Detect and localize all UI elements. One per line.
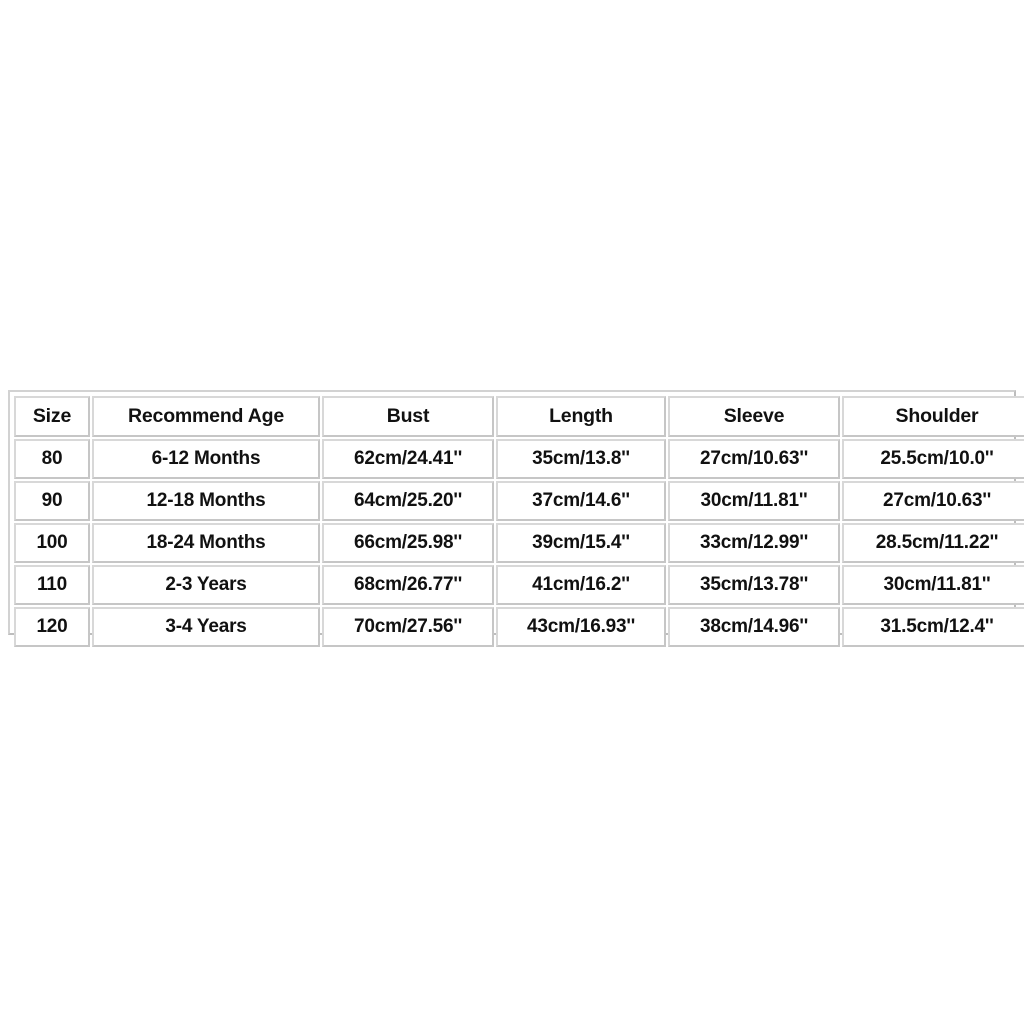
column-header-length: Length xyxy=(496,396,666,437)
cell-shoulder: 31.5cm/12.4'' xyxy=(842,607,1024,647)
cell-sleeve: 33cm/12.99'' xyxy=(668,523,840,563)
cell-sleeve: 30cm/11.81'' xyxy=(668,481,840,521)
cell-length: 37cm/14.6'' xyxy=(496,481,666,521)
column-header-size: Size xyxy=(14,396,90,437)
cell-shoulder: 27cm/10.63'' xyxy=(842,481,1024,521)
column-header-age: Recommend Age xyxy=(92,396,320,437)
cell-size: 100 xyxy=(14,523,90,563)
table-row: 90 12-18 Months 64cm/25.20'' 37cm/14.6''… xyxy=(14,481,1024,521)
column-header-shoulder: Shoulder xyxy=(842,396,1024,437)
cell-bust: 68cm/26.77'' xyxy=(322,565,494,605)
cell-shoulder: 30cm/11.81'' xyxy=(842,565,1024,605)
cell-shoulder: 28.5cm/11.22'' xyxy=(842,523,1024,563)
table-row: 110 2-3 Years 68cm/26.77'' 41cm/16.2'' 3… xyxy=(14,565,1024,605)
table-header-row: Size Recommend Age Bust Length Sleeve Sh… xyxy=(14,396,1024,437)
table-row: 80 6-12 Months 62cm/24.41'' 35cm/13.8'' … xyxy=(14,439,1024,479)
column-header-bust: Bust xyxy=(322,396,494,437)
cell-size: 90 xyxy=(14,481,90,521)
cell-age: 3-4 Years xyxy=(92,607,320,647)
cell-length: 41cm/16.2'' xyxy=(496,565,666,605)
cell-length: 39cm/15.4'' xyxy=(496,523,666,563)
table-row: 120 3-4 Years 70cm/27.56'' 43cm/16.93'' … xyxy=(14,607,1024,647)
cell-sleeve: 35cm/13.78'' xyxy=(668,565,840,605)
size-chart-container: Size Recommend Age Bust Length Sleeve Sh… xyxy=(8,390,1024,647)
cell-sleeve: 38cm/14.96'' xyxy=(668,607,840,647)
cell-bust: 66cm/25.98'' xyxy=(322,523,494,563)
cell-age: 2-3 Years xyxy=(92,565,320,605)
cell-age: 6-12 Months xyxy=(92,439,320,479)
size-chart-table: Size Recommend Age Bust Length Sleeve Sh… xyxy=(12,394,1024,649)
cell-size: 80 xyxy=(14,439,90,479)
cell-age: 12-18 Months xyxy=(92,481,320,521)
cell-bust: 70cm/27.56'' xyxy=(322,607,494,647)
cell-length: 43cm/16.93'' xyxy=(496,607,666,647)
cell-length: 35cm/13.8'' xyxy=(496,439,666,479)
cell-size: 120 xyxy=(14,607,90,647)
cell-sleeve: 27cm/10.63'' xyxy=(668,439,840,479)
cell-age: 18-24 Months xyxy=(92,523,320,563)
cell-shoulder: 25.5cm/10.0'' xyxy=(842,439,1024,479)
table-row: 100 18-24 Months 66cm/25.98'' 39cm/15.4'… xyxy=(14,523,1024,563)
cell-bust: 62cm/24.41'' xyxy=(322,439,494,479)
cell-bust: 64cm/25.20'' xyxy=(322,481,494,521)
column-header-sleeve: Sleeve xyxy=(668,396,840,437)
cell-size: 110 xyxy=(14,565,90,605)
